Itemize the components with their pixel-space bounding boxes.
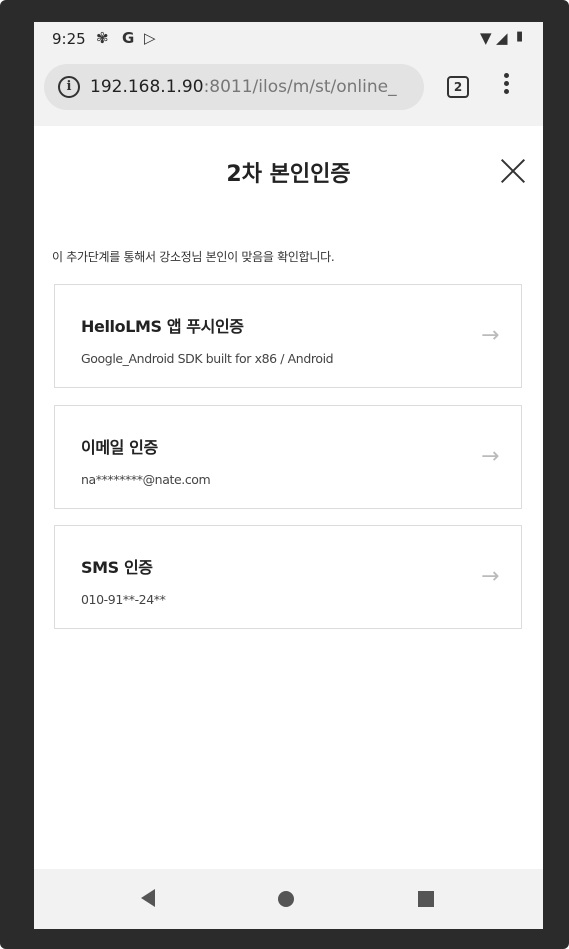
recent-apps-icon[interactable] — [418, 891, 434, 907]
url-text[interactable]: 192.168.1.90:8011/ilos/m/st/online_ — [90, 77, 418, 97]
auth-method-sms[interactable]: SMS 인증 010-91**-24** → — [54, 525, 522, 629]
page-description: 이 추가단계를 통해서 강소정님 본인이 맞음을 확인합니다. — [52, 250, 335, 264]
arrow-right-icon: → — [481, 564, 500, 589]
browser-toolbar: i 192.168.1.90:8011/ilos/m/st/online_ 2 — [34, 56, 543, 126]
page-title: 2차 본인인증 — [226, 162, 351, 187]
info-icon[interactable]: i — [58, 76, 80, 98]
arrow-right-icon: → — [481, 444, 500, 469]
url-path: :8011/ilos/m/st/online_ — [203, 77, 397, 97]
auth-page: 2차 본인인증 이 추가단계를 통해서 강소정님 본인이 맞음을 확인합니다. … — [34, 126, 543, 869]
method-title: SMS 인증 — [81, 558, 153, 577]
status-time: 9:25 — [52, 30, 86, 48]
back-icon[interactable] — [141, 889, 155, 907]
browser-menu-icon[interactable] — [501, 70, 511, 100]
wifi-icon: ▼ — [480, 29, 492, 47]
method-title: 이메일 인증 — [81, 438, 158, 457]
auth-method-email[interactable]: 이메일 인증 na********@nate.com → — [54, 405, 522, 509]
address-bar[interactable]: i 192.168.1.90:8011/ilos/m/st/online_ — [44, 64, 424, 110]
method-detail: Google_Android SDK built for x86 / Andro… — [81, 351, 334, 366]
battery-icon: ▮ — [516, 29, 524, 44]
google-icon: G — [122, 29, 135, 47]
arrow-right-icon: → — [481, 323, 500, 348]
auth-method-push[interactable]: HelloLMS 앱 푸시인증 Google_Android SDK built… — [54, 284, 522, 388]
phone-screen: 9:25 ✾ G ▷ ▼ ◢ ▮ i 192.168.1.90:8011/ilo… — [34, 22, 543, 929]
method-title: HelloLMS 앱 푸시인증 — [81, 317, 244, 336]
close-icon[interactable] — [499, 157, 527, 185]
status-bar: 9:25 ✾ G ▷ ▼ ◢ ▮ — [34, 22, 543, 56]
method-detail: na********@nate.com — [81, 472, 211, 487]
fan-icon: ✾ — [96, 29, 109, 47]
tab-count-button[interactable]: 2 — [447, 76, 469, 98]
phone-frame: 9:25 ✾ G ▷ ▼ ◢ ▮ i 192.168.1.90:8011/ilo… — [0, 0, 569, 949]
signal-icon: ◢ — [496, 29, 508, 47]
method-detail: 010-91**-24** — [81, 592, 166, 607]
url-host: 192.168.1.90 — [90, 77, 204, 97]
android-nav-bar — [34, 869, 543, 929]
home-icon[interactable] — [278, 891, 294, 907]
play-store-icon: ▷ — [144, 29, 156, 47]
